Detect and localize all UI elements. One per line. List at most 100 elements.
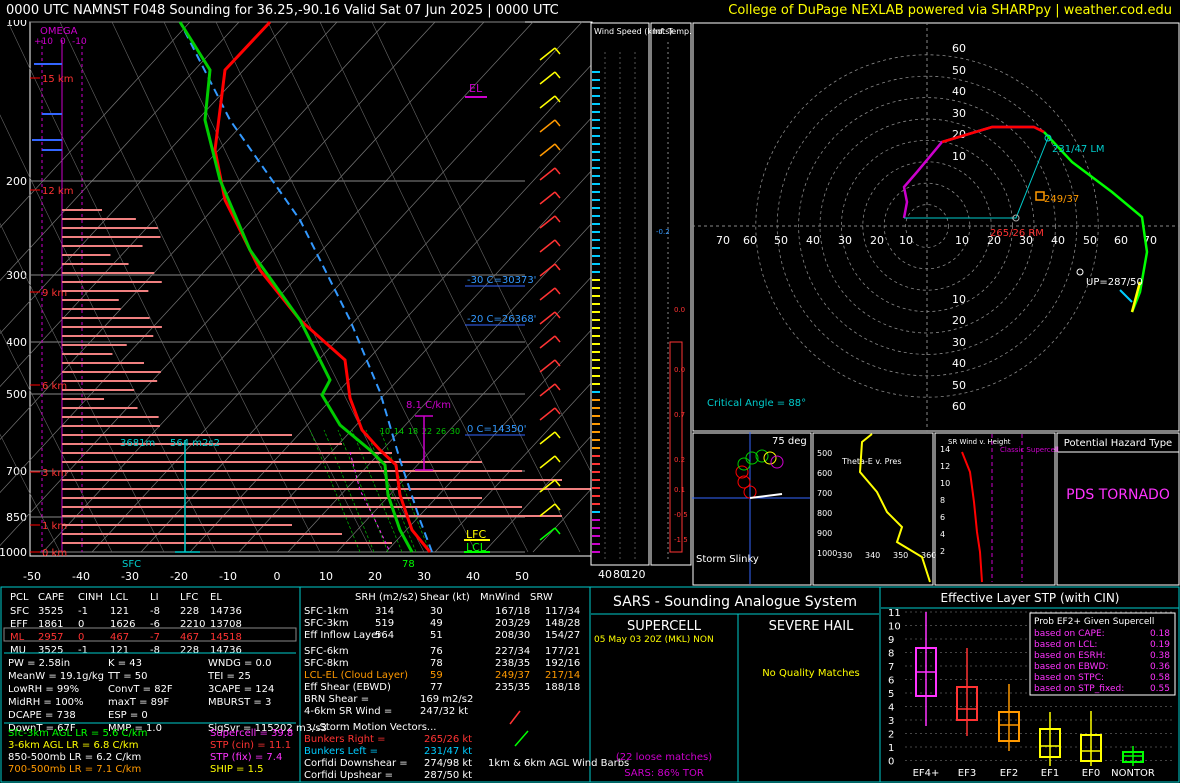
inf-value: -0.2 [656, 228, 670, 236]
parcel-cell: -1 [78, 606, 88, 617]
index-value: LowRH = 99% [8, 684, 79, 695]
sars-title: SARS - Sounding Analogue System [613, 594, 857, 610]
index-value: 3CAPE = 124 [208, 684, 274, 695]
temp-tick: -30 [121, 570, 139, 583]
hodo-x-tick: 20 [870, 234, 884, 247]
kin-value: 192/16 [545, 658, 580, 669]
stp-y-tick: 9 [888, 635, 894, 646]
kin-value: 314 [375, 606, 394, 617]
sfc-label: SFC [122, 559, 141, 570]
motion-label: Bunkers Left = [304, 746, 378, 757]
kin-value: 177/21 [545, 646, 580, 657]
kin-value: 249/37 [495, 670, 530, 681]
srwind-y-tick: 14 [940, 445, 950, 454]
omega-scale: +10 [34, 37, 53, 47]
slinky-deg: 75 deg [772, 436, 807, 447]
stp-legend-value: 0.18 [1150, 629, 1170, 639]
hodo-y-tick: 20 [952, 314, 966, 327]
srwind-y-tick: 6 [940, 513, 945, 522]
stp-legend-label: based on LCL: [1034, 640, 1097, 650]
stp-x-label: EF3 [958, 768, 976, 779]
kin-value: 217/14 [545, 670, 580, 681]
srwind-y-tick: 4 [940, 530, 945, 539]
kin-header: MnWind [480, 592, 520, 603]
index-value: ConvT = 82F [108, 684, 173, 695]
temp-tick: -50 [23, 570, 41, 583]
omega-scale: -10 [72, 37, 87, 47]
kin-value: 238/35 [495, 658, 530, 669]
wetbulb-label: 30 [450, 427, 460, 436]
index-value: TT = 50 [107, 671, 148, 682]
stp-legend-value: 0.58 [1150, 673, 1170, 683]
kin-label: SFC-3km [304, 618, 349, 629]
temp-tick: -40 [72, 570, 90, 583]
hodo-y-tick: 60 [952, 400, 966, 413]
srwind-frame [934, 432, 1056, 586]
theta-y-tick: 700 [817, 489, 832, 498]
header-bar: 0000 UTC NAMNST F048 Sounding for 36.25,… [0, 0, 1180, 22]
stp-x-label: EF4+ [913, 768, 940, 779]
height-label: 12 km [42, 186, 73, 197]
hazard-title: Potential Hazard Type [1064, 438, 1172, 449]
hodo-y-tick: 30 [952, 107, 966, 120]
pressure-tick: 850 [6, 511, 27, 524]
kin-value: 203/29 [495, 618, 530, 629]
hodo-y-tick: 40 [952, 357, 966, 370]
stp-y-tick: 7 [888, 662, 894, 673]
stp-x-label: EF1 [1041, 768, 1059, 779]
stp-y-tick: 5 [888, 689, 894, 700]
eff-inflow-height: 3681m [120, 438, 155, 449]
hodo-y-tick: 10 [952, 150, 966, 163]
severe-param: Supercell = 39.8 [210, 728, 293, 739]
sars-match: 05 May 03 20Z (MKL) NON [594, 635, 714, 645]
temp-tick: 30 [417, 570, 431, 583]
parcel-cell: 3525 [38, 645, 63, 656]
parcel-cell: 228 [180, 645, 199, 656]
mean-wind-label: 249/37 [1044, 194, 1079, 205]
hodo-x-tick: 50 [774, 234, 788, 247]
inf-temp-title: Inf. Temp. Adv. (C/hr) [653, 27, 692, 36]
hodo-x-tick: 10 [955, 234, 969, 247]
kin-value: 77 [430, 682, 443, 693]
theta-y-tick: 800 [817, 509, 832, 518]
hodo-x-tick: 40 [1051, 234, 1065, 247]
parcel-header: LI [150, 592, 159, 603]
parcel-cell: SFC [10, 606, 29, 617]
hazard-frame [1056, 432, 1180, 586]
theta-x-tick: 350 [893, 551, 908, 560]
kin-value: 49 [430, 618, 443, 629]
index-value: DCAPE = 738 [8, 710, 76, 721]
parcel-cell: 14736 [210, 606, 242, 617]
index-value: maxT = 89F [108, 697, 169, 708]
kin-value: 78 [430, 658, 443, 669]
inf-value: 0.0 [674, 306, 685, 314]
parcel-cell: 3525 [38, 606, 63, 617]
theta-y-tick: 600 [817, 469, 832, 478]
critical-angle: Critical Angle = 88° [707, 398, 806, 409]
sr46-label: 4-6km SR Wind = [304, 706, 392, 717]
stp-legend-value: 0.55 [1150, 684, 1170, 694]
motion-value: 287/50 kt [424, 770, 472, 781]
parcel-header: LCL [110, 592, 129, 603]
stp-y-tick: 1 [888, 743, 894, 754]
temp-tick: -10 [219, 570, 237, 583]
stp-legend-label: based on ESRH: [1034, 651, 1106, 661]
theta-x-tick: 340 [865, 551, 880, 560]
kin-value: 208/30 [495, 630, 530, 641]
stp-legend-label: based on CAPE: [1034, 629, 1105, 639]
stp-legend-label: based on EBWD: [1034, 662, 1109, 672]
sars-hail: SEVERE HAIL [769, 619, 854, 634]
stp-y-tick: 11 [888, 608, 901, 619]
stp-legend-label: based on STPC: [1034, 673, 1104, 683]
stp-legend-value: 0.19 [1150, 640, 1170, 650]
stp-y-tick: 2 [888, 730, 894, 741]
temp-tick: 20 [368, 570, 382, 583]
theta-y-tick: 900 [817, 529, 832, 538]
index-value: TEI = 25 [207, 671, 251, 682]
inf-value: -1.5 [674, 536, 688, 544]
motion-value: 274/98 kt [424, 758, 472, 769]
sars-supercell: SUPERCELL [627, 619, 702, 634]
bottom-panels: PCL CAPE CINH LCL LI LFC ELSFC 3525 -1 121 -8 228 14… [0, 586, 1180, 783]
lapse-rate: Sfc-3km AGL LR = 5.6 C/km [8, 728, 147, 739]
hodo-x-tick: 10 [899, 234, 913, 247]
